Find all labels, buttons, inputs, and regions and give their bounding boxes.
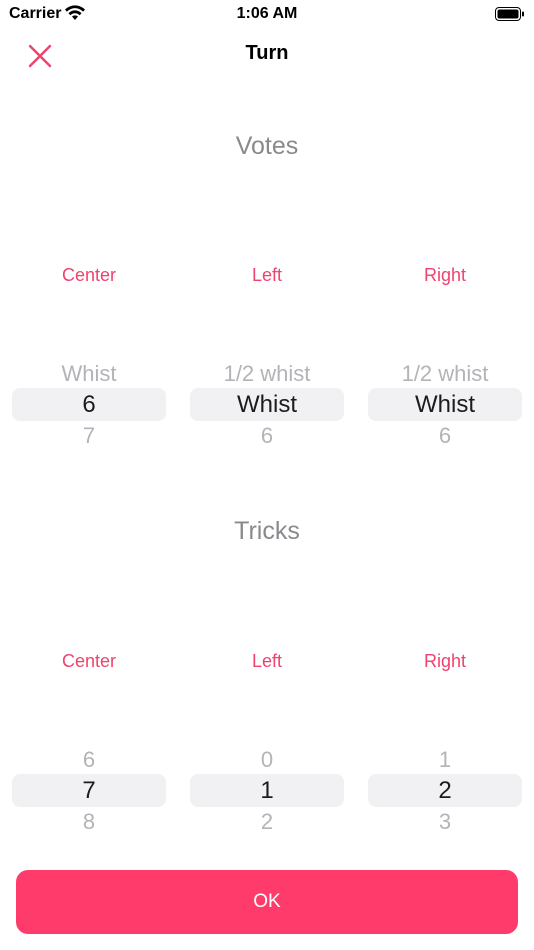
tricks-right-picker[interactable]: 1 2 3 <box>356 736 534 846</box>
picker-option-selected[interactable]: 1 <box>178 775 356 807</box>
picker-option-below[interactable]: 7 <box>0 420 178 452</box>
picker-option-selected[interactable]: 2 <box>356 775 534 807</box>
picker-option-above[interactable]: 6 <box>0 744 178 776</box>
picker-option-above[interactable]: 1 <box>356 744 534 776</box>
tricks-left-picker[interactable]: 0 1 2 <box>178 736 356 846</box>
clock: 1:06 AM <box>236 5 298 22</box>
tricks-right-label: Right <box>423 651 467 671</box>
picker-option-below[interactable]: 3 <box>356 806 534 838</box>
nav-bar: Turn <box>0 28 534 82</box>
picker-option-above[interactable]: 1/2 whist <box>178 358 356 390</box>
ok-button[interactable]: OK <box>16 870 518 934</box>
tricks-center-picker[interactable]: 6 7 8 <box>0 736 178 846</box>
page-title: Turn <box>245 42 289 64</box>
picker-option-below[interactable]: 2 <box>178 806 356 838</box>
battery-icon <box>495 7 524 21</box>
picker-option-above[interactable]: 0 <box>178 744 356 776</box>
picker-option-below[interactable]: 6 <box>356 420 534 452</box>
votes-left-label: Left <box>251 265 283 285</box>
tricks-section-title: Tricks <box>234 517 300 545</box>
picker-option-below[interactable]: 6 <box>178 420 356 452</box>
picker-option-below[interactable]: 8 <box>0 806 178 838</box>
votes-right-label: Right <box>423 265 467 285</box>
votes-left-picker[interactable]: 1/2 whist Whist 6 <box>178 350 356 460</box>
picker-option-selected[interactable]: 6 <box>0 389 178 421</box>
status-bar: Carrier 1:06 AM <box>0 0 534 28</box>
ok-button-label: OK <box>253 891 281 912</box>
picker-option-above[interactable]: Whist <box>0 358 178 390</box>
picker-option-selected[interactable]: Whist <box>356 389 534 421</box>
tricks-left-label: Left <box>251 651 283 671</box>
picker-option-selected[interactable]: 7 <box>0 775 178 807</box>
tricks-center-label: Center <box>61 651 117 671</box>
votes-right-picker[interactable]: 1/2 whist Whist 6 <box>356 350 534 460</box>
votes-section-title: Votes <box>235 132 299 160</box>
votes-center-picker[interactable]: Whist 6 7 <box>0 350 178 460</box>
picker-option-above[interactable]: 1/2 whist <box>356 358 534 390</box>
picker-option-selected[interactable]: Whist <box>178 389 356 421</box>
votes-center-label: Center <box>61 265 117 285</box>
